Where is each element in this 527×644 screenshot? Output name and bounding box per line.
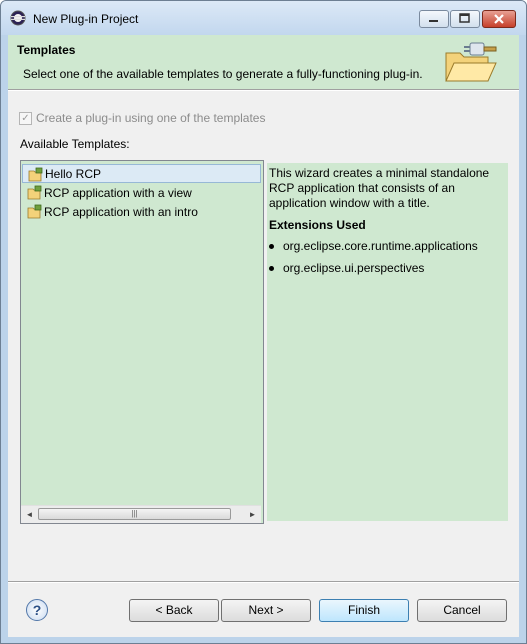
scroll-left-icon[interactable]: ◄	[21, 506, 38, 523]
dialog-window: New Plug-in Project Templates Select one…	[0, 0, 527, 644]
eclipse-icon	[10, 10, 26, 26]
template-checkbox-label: Create a plug-in using one of the templa…	[36, 111, 266, 125]
extension-label: org.eclipse.ui.perspectives	[283, 261, 425, 275]
maximize-button[interactable]	[450, 10, 480, 28]
banner-separator	[8, 89, 519, 91]
cancel-button[interactable]: Cancel	[417, 599, 507, 622]
template-item-rcp-intro[interactable]: RCP application with an intro	[21, 202, 261, 221]
template-label: RCP application with an intro	[44, 205, 198, 219]
plugin-template-icon	[27, 185, 42, 200]
banner-description: Select one of the available templates to…	[23, 67, 423, 81]
available-templates-label: Available Templates:	[20, 137, 130, 151]
dialog-client-area: Templates Select one of the available te…	[8, 35, 519, 637]
scroll-thumb[interactable]: |||	[38, 508, 231, 520]
banner-title: Templates	[17, 43, 76, 57]
back-button[interactable]: < Back	[129, 599, 219, 622]
plugin-template-icon	[27, 204, 42, 219]
close-button[interactable]	[482, 10, 516, 28]
wizard-folder-plugin-icon	[445, 42, 497, 82]
window-title: New Plug-in Project	[33, 12, 139, 26]
extension-item: org.eclipse.ui.perspectives	[269, 261, 424, 275]
maximize-icon	[459, 13, 470, 23]
extension-label: org.eclipse.core.runtime.applications	[283, 239, 478, 253]
footer-separator	[8, 581, 519, 583]
template-item-rcp-view[interactable]: RCP application with a view	[21, 183, 261, 202]
scroll-right-icon[interactable]: ►	[244, 506, 261, 523]
template-description: This wizard creates a minimal standalone…	[269, 166, 490, 210]
help-icon[interactable]: ?	[26, 599, 48, 621]
template-description-panel: This wizard creates a minimal standalone…	[267, 163, 508, 521]
template-label: RCP application with a view	[44, 186, 192, 200]
extension-item: org.eclipse.core.runtime.applications	[269, 239, 478, 253]
template-label: Hello RCP	[45, 167, 102, 181]
bullet-icon	[269, 244, 274, 250]
wizard-banner: Templates Select one of the available te…	[8, 35, 519, 89]
plugin-template-icon	[28, 167, 43, 182]
minimize-button[interactable]	[419, 10, 449, 28]
template-checkbox[interactable]: ✓	[19, 112, 32, 125]
horizontal-scrollbar[interactable]: ◄ ||| ►	[21, 505, 261, 523]
templates-list[interactable]: Hello RCP RCP application with a view RC…	[20, 160, 264, 524]
minimize-icon	[429, 20, 438, 22]
bullet-icon	[269, 266, 274, 272]
close-icon	[494, 14, 504, 24]
title-bar[interactable]: New Plug-in Project	[1, 1, 526, 35]
next-button[interactable]: Next >	[221, 599, 311, 622]
template-item-hello-rcp[interactable]: Hello RCP	[22, 164, 261, 183]
extensions-heading: Extensions Used	[269, 218, 366, 232]
finish-button[interactable]: Finish	[319, 599, 409, 622]
